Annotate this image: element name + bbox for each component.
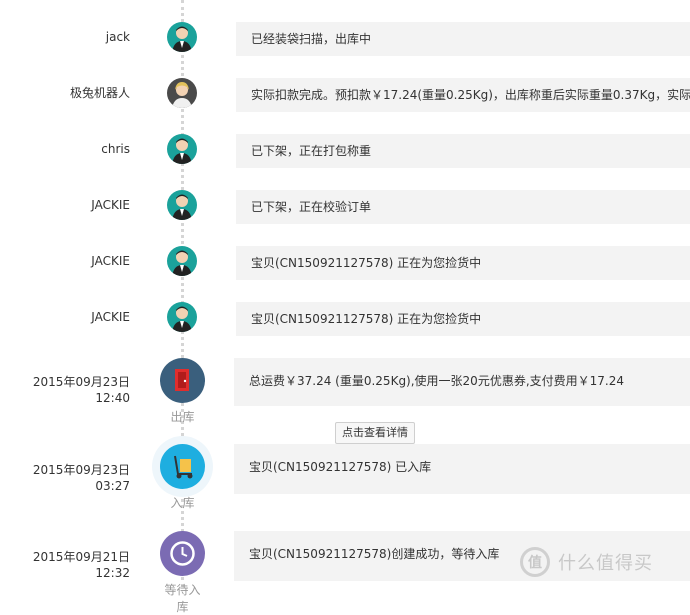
watermark: 值 什么值得买 xyxy=(520,545,690,579)
user-avatar-icon xyxy=(167,302,197,332)
door-exit-icon xyxy=(160,358,205,403)
operator-name: JACKIE xyxy=(91,198,130,212)
log-message: 已经装袋扫描，出库中 xyxy=(236,22,690,56)
log-message: 实际扣款完成。预扣款￥17.24(重量0.25Kg)，出库称重后实际重量0.37… xyxy=(236,78,690,112)
user-avatar-icon xyxy=(167,134,197,164)
watermark-logo-icon: 值 xyxy=(520,547,550,577)
operator-name: JACKIE xyxy=(91,254,130,268)
operator-name: 极兔机器人 xyxy=(69,86,130,100)
user-avatar-icon xyxy=(167,246,197,276)
watermark-text: 什么值得买 xyxy=(558,553,653,574)
user-avatar-icon xyxy=(167,190,197,220)
event-caption: 出库 xyxy=(170,410,195,424)
log-message: 宝贝(CN150921127578) 正在为您捡货中 xyxy=(236,302,690,336)
event-date: 2015年09月23日 xyxy=(32,375,130,389)
log-message: 宝贝(CN150921127578) 正在为您捡货中 xyxy=(236,246,690,280)
clock-icon xyxy=(160,531,205,576)
operator-name: chris xyxy=(101,142,130,156)
hand-truck-icon xyxy=(160,444,205,489)
operator-name: jack xyxy=(105,30,130,44)
event-message: 总运费￥37.24 (重量0.25Kg),使用一张20元优惠券,支付费用￥17.… xyxy=(234,358,690,406)
event-caption: 等待入库 xyxy=(164,583,201,614)
log-message: 已下架，正在打包称重 xyxy=(236,134,690,168)
robot-avatar-icon xyxy=(167,78,197,108)
user-avatar-icon xyxy=(167,22,197,52)
view-details-button[interactable]: 点击查看详情 xyxy=(335,422,415,444)
event-time: 12:40 xyxy=(95,391,130,405)
event-time: 03:27 xyxy=(95,479,130,493)
event-date: 2015年09月23日 xyxy=(32,463,130,477)
log-message: 已下架，正在校验订单 xyxy=(236,190,690,224)
event-message: 宝贝(CN150921127578) 已入库 xyxy=(234,444,690,494)
event-time: 12:32 xyxy=(95,566,130,580)
operator-name: JACKIE xyxy=(91,310,130,324)
event-date: 2015年09月21日 xyxy=(32,550,130,564)
event-caption: 入库 xyxy=(170,496,195,510)
